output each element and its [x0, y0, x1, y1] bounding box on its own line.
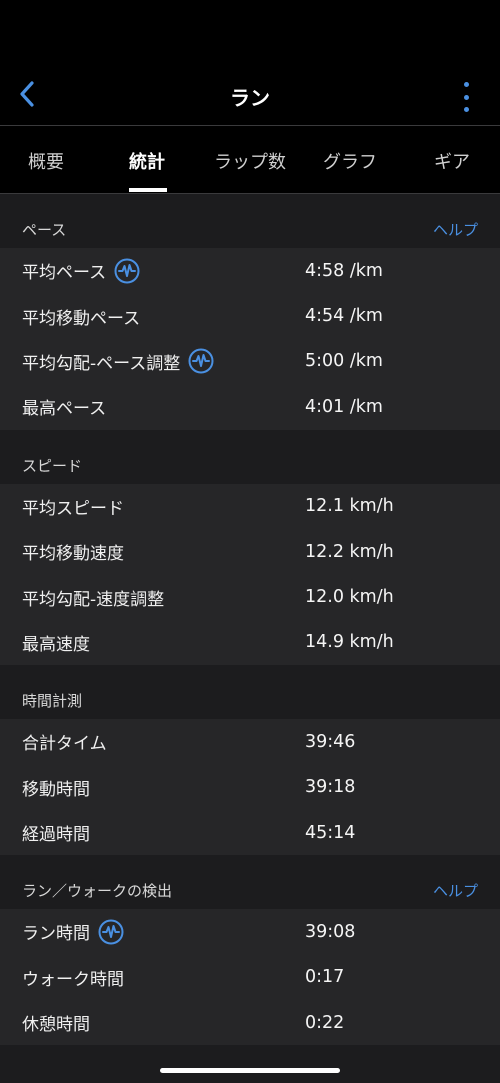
stat-label: 移動時間	[22, 779, 90, 800]
stat-value: 14.9 km/h	[305, 632, 394, 653]
stat-row: 平均移動速度 12.2 km/h	[0, 529, 500, 574]
stat-value: 5:00 /km	[305, 351, 383, 372]
speed-rows: 平均スピード 12.1 km/h 平均移動速度 12.2 km/h 平均勾配-速…	[0, 483, 500, 666]
activity-info-icon[interactable]	[114, 258, 140, 284]
stat-label: ラン時間	[22, 924, 90, 945]
section-header-timing: 時間計測	[0, 665, 500, 720]
stat-row: 経過時間 45:14	[0, 810, 500, 855]
stat-label: ウォーク時間	[22, 969, 124, 990]
section-header-run-walk: ラン／ウォークの検出 ヘルプ	[0, 855, 500, 910]
active-tab-indicator	[129, 188, 167, 192]
stat-label: 平均勾配-速度調整	[22, 589, 165, 610]
page-title: ラン	[230, 86, 270, 110]
stat-row: 最高ペース 4:01 /km	[0, 384, 500, 429]
more-dot-icon	[463, 82, 469, 87]
tab-overview[interactable]: 概要	[28, 148, 64, 174]
stat-label: 最高速度	[22, 634, 90, 655]
stat-label: 平均移動速度	[22, 544, 124, 565]
stat-value: 4:54 /km	[305, 306, 383, 327]
timing-rows: 合計タイム 39:46 移動時間 39:18 経過時間 45:14	[0, 719, 500, 856]
stat-row: 移動時間 39:18	[0, 765, 500, 810]
stat-row: 最高速度 14.9 km/h	[0, 620, 500, 665]
pace-rows: 平均ペース 4:58 /km 平均移動ペース 4:54 /km 平均勾配-ペース…	[0, 248, 500, 430]
run-walk-rows: ラン時間 39:08 ウォーク時間 0:17 休憩時間 0:22	[0, 909, 500, 1046]
activity-info-icon[interactable]	[188, 348, 214, 374]
stats-content: ペース ヘルプ 平均ペース 4:58 /km 平均移動ペース 4:54 /km …	[0, 194, 500, 1083]
stat-label: 経過時間	[22, 825, 90, 846]
tab-laps[interactable]: ラップ数	[214, 148, 286, 174]
home-indicator[interactable]	[160, 1068, 340, 1073]
section-header-heart-rate: 心拍 ヘルプ	[0, 1045, 500, 1083]
stat-label: 平均移動ペース	[22, 308, 141, 329]
more-dot-icon	[463, 94, 469, 100]
stat-label: 平均勾配-ペース調整	[22, 353, 181, 374]
section-title: スピード	[22, 456, 83, 475]
activity-info-icon[interactable]	[98, 919, 124, 945]
stat-value: 12.1 km/h	[305, 496, 394, 517]
tab-bar: 概要 統計 ラップ数 グラフ ギア	[0, 126, 500, 194]
stat-value: 0:22	[305, 1012, 345, 1033]
stat-row: 平均勾配-速度調整 12.0 km/h	[0, 574, 500, 619]
stat-row: 平均勾配-ペース調整 5:00 /km	[0, 339, 500, 384]
more-options-button[interactable]	[460, 82, 472, 112]
stat-row: ウォーク時間 0:17	[0, 955, 500, 1000]
section-header-speed: スピード	[0, 429, 500, 484]
stat-value: 4:58 /km	[305, 260, 383, 281]
stat-row: 休憩時間 0:22	[0, 1000, 500, 1045]
stat-label: 平均スピード	[22, 498, 124, 519]
status-bar	[0, 0, 500, 64]
stat-value: 39:18	[305, 777, 356, 798]
stat-label: 休憩時間	[22, 1015, 90, 1036]
stat-value: 39:08	[305, 921, 356, 942]
stat-value: 12.2 km/h	[305, 541, 394, 562]
help-link[interactable]: ヘルプ	[433, 880, 478, 901]
tab-gear[interactable]: ギア	[434, 148, 470, 174]
stat-label: 合計タイム	[22, 734, 107, 755]
help-link[interactable]: ヘルプ	[433, 219, 478, 240]
section-title: ペース	[22, 221, 67, 239]
stat-value: 39:46	[305, 731, 356, 752]
stat-row: 合計タイム 39:46	[0, 719, 500, 764]
stat-value: 4:01 /km	[305, 396, 383, 417]
stat-row: 平均移動ペース 4:54 /km	[0, 293, 500, 338]
section-title: ラン／ウォークの検出	[22, 882, 173, 901]
stat-row: ラン時間 39:08	[0, 909, 500, 954]
tab-stats[interactable]: 統計	[129, 148, 165, 174]
section-title: 時間計測	[22, 692, 83, 711]
nav-bar: ラン	[0, 64, 500, 126]
section-header-pace: ペース ヘルプ	[0, 194, 500, 248]
stat-label: 平均ペース	[22, 263, 107, 284]
stat-label: 最高ペース	[22, 399, 107, 420]
stat-value: 12.0 km/h	[305, 587, 394, 608]
stat-value: 45:14	[305, 822, 356, 843]
more-dot-icon	[463, 107, 469, 112]
stat-row: 平均スピード 12.1 km/h	[0, 484, 500, 529]
stat-value: 0:17	[305, 967, 345, 988]
tab-graphs[interactable]: グラフ	[323, 148, 377, 174]
stat-row: 平均ペース 4:58 /km	[0, 248, 500, 293]
